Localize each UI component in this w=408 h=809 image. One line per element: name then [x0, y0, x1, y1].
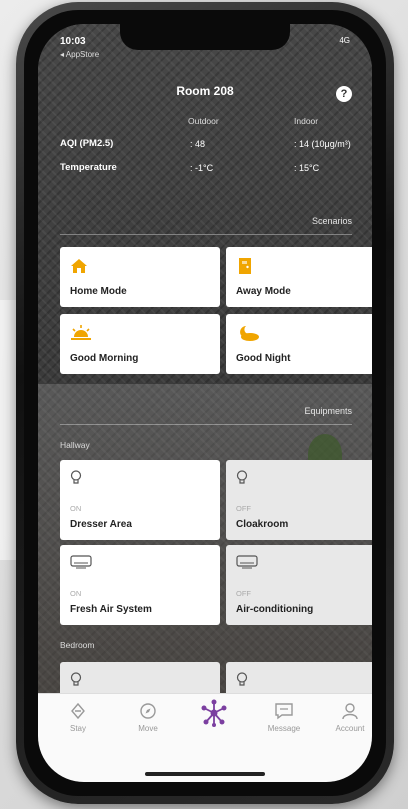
tab-bar: Stay Move Message Account [38, 693, 372, 782]
tab-account[interactable]: Account [322, 702, 372, 733]
tab-move[interactable]: Move [120, 702, 176, 733]
indoor-header: Indoor [294, 116, 319, 126]
door-icon [236, 257, 254, 280]
tab-hub[interactable] [186, 698, 242, 728]
status-signal: 4G [339, 36, 350, 45]
aqi-indoor-value: : 14 (10μg/m³) [294, 139, 351, 149]
tab-label: Stay [69, 724, 86, 733]
tab-label: Move [138, 724, 158, 733]
stay-icon [71, 702, 85, 720]
scenario-label: Away Mode [236, 286, 291, 297]
house-icon [70, 257, 88, 280]
device-label: Fresh Air System [70, 604, 152, 615]
scenario-good-night[interactable]: Good Night [226, 314, 372, 374]
device-state: OFF [236, 504, 251, 513]
scenarios-title: Scenarios [311, 216, 352, 226]
device-dresser-area[interactable]: ON Dresser Area [60, 460, 220, 540]
device-state: ON [70, 504, 82, 513]
back-to-app-link[interactable]: ◂ AppStore [60, 50, 99, 59]
scenario-home-mode[interactable]: Home Mode [60, 247, 220, 307]
tab-label: Account [335, 724, 365, 733]
device-state: ON [70, 589, 82, 598]
temperature-outdoor-value: : -1°C [190, 163, 214, 173]
app-screen: 10:03 ◂ AppStore 4G Room 208 ? Outdoor I… [38, 24, 372, 782]
hub-icon [201, 699, 227, 727]
aqi-label: AQI (PM2.5) [60, 138, 114, 149]
device-state: OFF [236, 589, 251, 598]
scenario-label: Good Morning [70, 353, 139, 364]
outdoor-header: Outdoor [188, 116, 219, 126]
bulb-icon [236, 672, 248, 693]
equipments-divider [60, 424, 352, 425]
notch [120, 24, 290, 50]
phone-frame: 10:03 ◂ AppStore 4G Room 208 ? Outdoor I… [16, 2, 394, 804]
bulb-icon [70, 672, 82, 693]
tab-message[interactable]: Message [256, 702, 312, 733]
aqi-outdoor-value: : 48 [190, 139, 206, 149]
scenario-good-morning[interactable]: Good Morning [60, 314, 220, 374]
bulb-icon [236, 470, 248, 491]
air-unit-icon [70, 555, 92, 574]
account-icon [342, 703, 358, 720]
message-icon [275, 703, 293, 720]
status-time: 10:03 [60, 36, 86, 47]
group-bedroom: Bedroom [60, 640, 95, 650]
compass-icon [140, 703, 156, 719]
home-indicator [145, 772, 265, 776]
device-air-conditioning[interactable]: OFF Air-conditioning [226, 545, 372, 625]
tab-label: Message [267, 724, 301, 733]
help-button[interactable]: ? [336, 86, 352, 102]
equipments-title: Equipments [304, 406, 352, 416]
device-label: Cloakroom [236, 519, 289, 530]
group-hallway: Hallway [60, 440, 90, 450]
device-label: Air-conditioning [236, 604, 314, 615]
air-unit-icon [236, 555, 258, 574]
device-cloakroom[interactable]: OFF Cloakroom [226, 460, 372, 540]
temperature-label: Temperature [60, 162, 117, 173]
device-label: Dresser Area [70, 519, 132, 530]
page-title: Room 208 [176, 84, 234, 98]
scenario-label: Good Night [236, 353, 291, 364]
scenarios-divider [60, 234, 352, 235]
temperature-indoor-value: : 15°C [294, 163, 320, 173]
device-fresh-air-system[interactable]: ON Fresh Air System [60, 545, 220, 625]
sunrise-icon [70, 324, 92, 347]
moon-cloud-icon [236, 324, 260, 347]
scenario-away-mode[interactable]: Away Mode [226, 247, 372, 307]
scenario-label: Home Mode [70, 286, 127, 297]
tab-stay[interactable]: Stay [50, 702, 106, 733]
bulb-icon [70, 470, 82, 491]
